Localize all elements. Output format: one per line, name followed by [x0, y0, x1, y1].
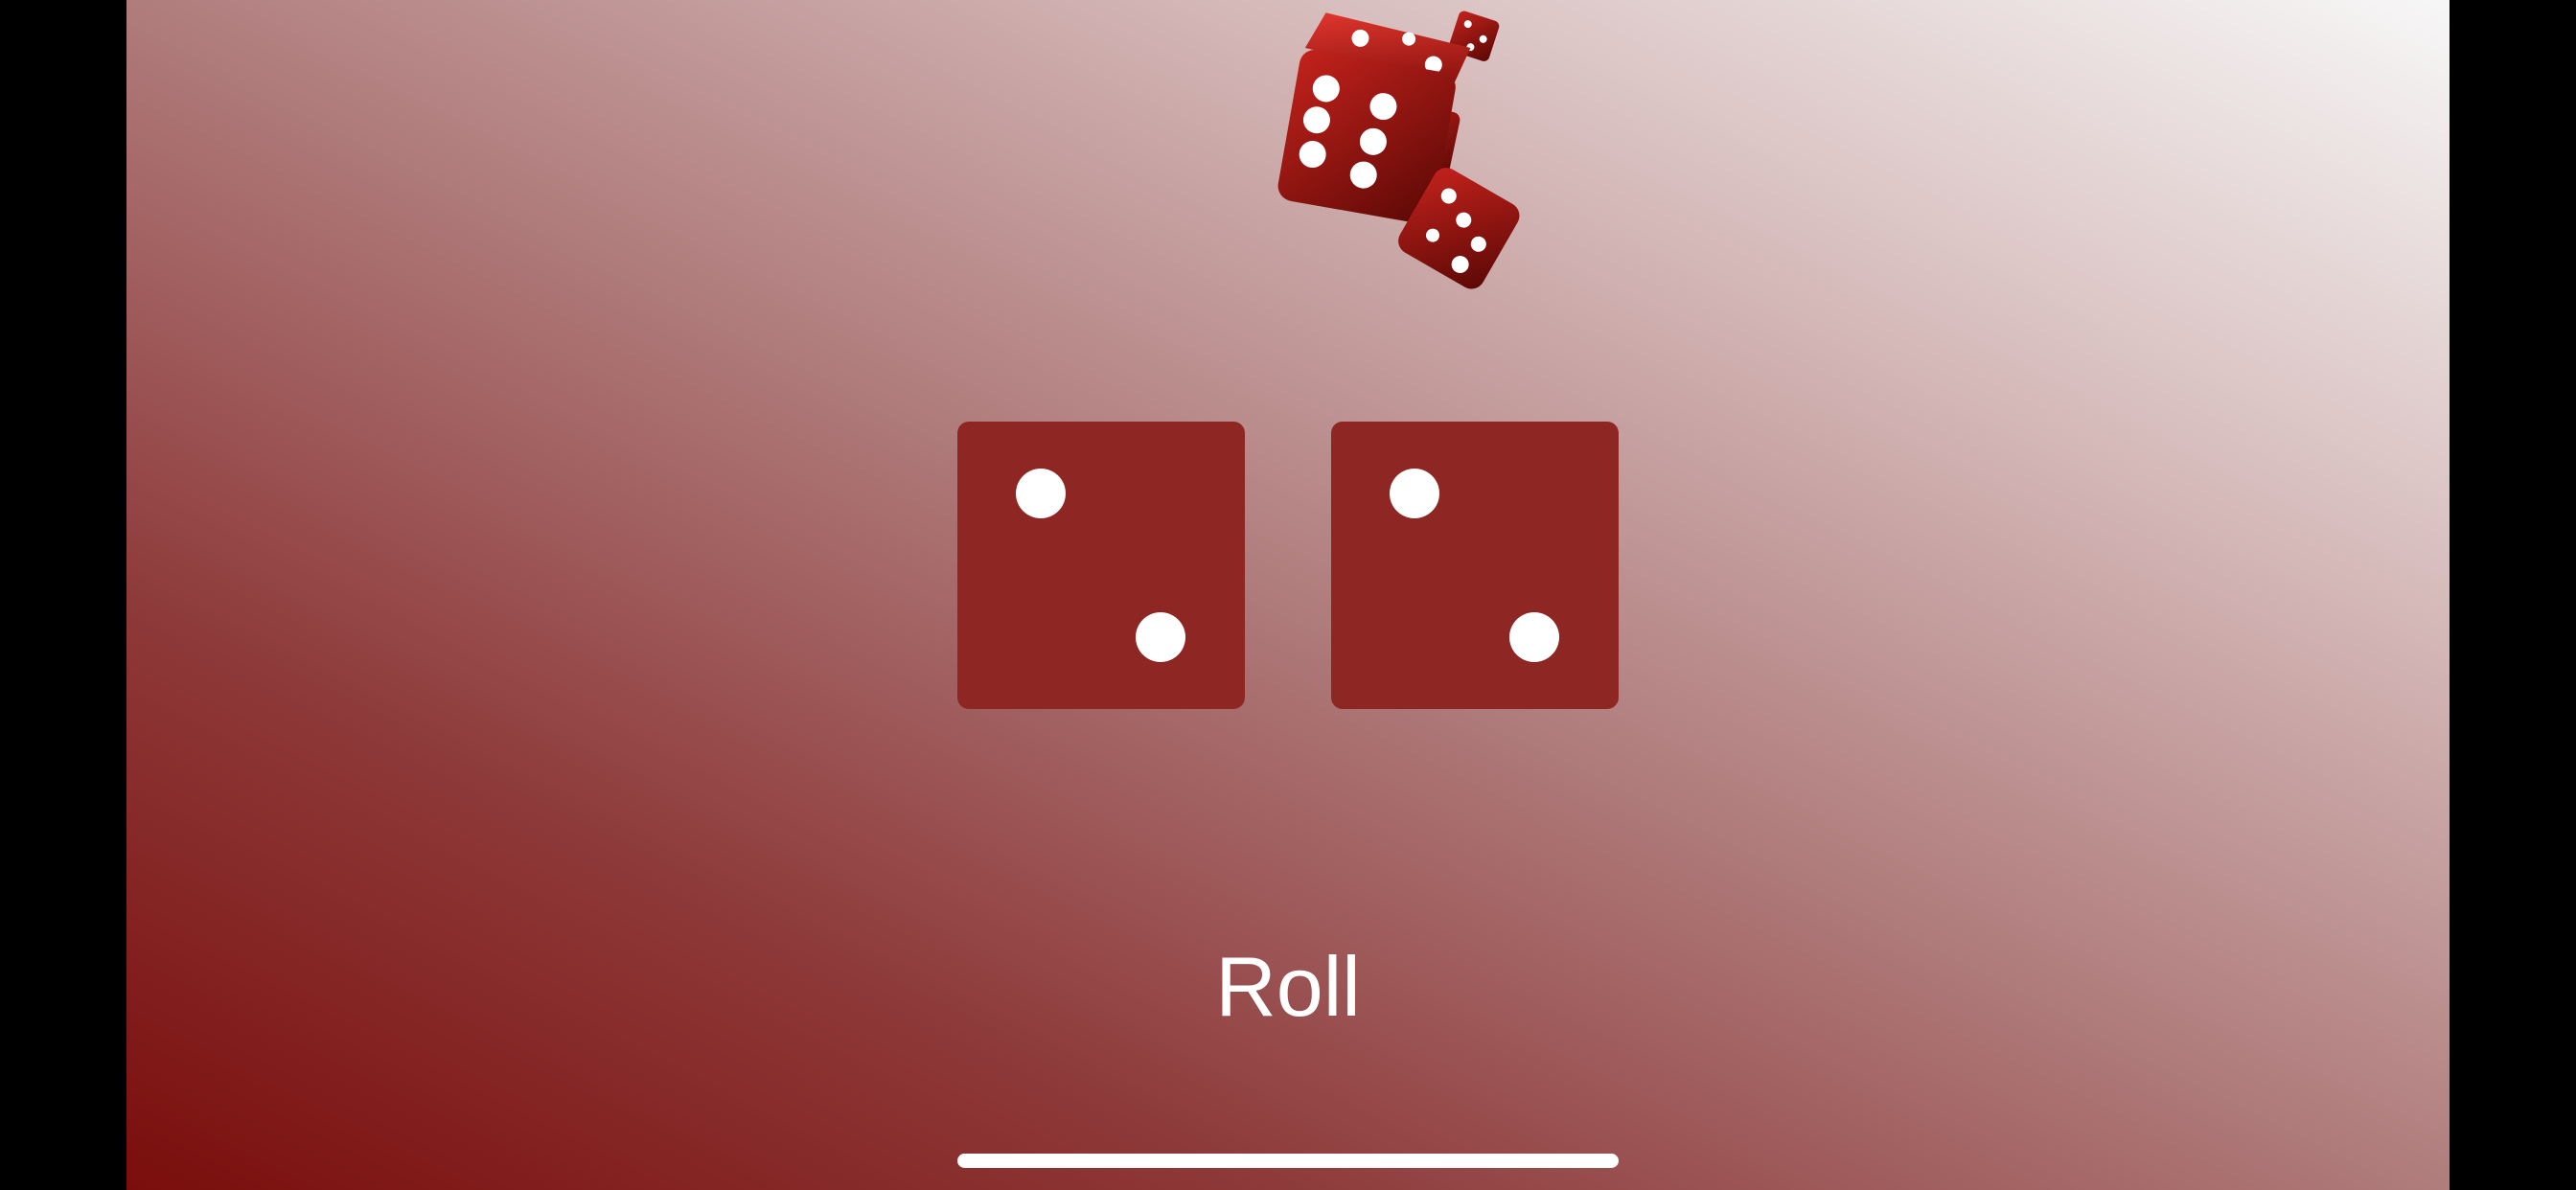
right-die[interactable] — [1331, 422, 1619, 709]
roll-button[interactable]: Roll — [1144, 934, 1432, 1040]
die-pip — [1136, 612, 1185, 662]
die-pip — [1509, 612, 1559, 662]
die-pip — [1016, 469, 1066, 518]
dice-logo-icon — [1277, 11, 1520, 289]
home-indicator[interactable] — [957, 1154, 1619, 1168]
app-screen: Roll — [126, 0, 2450, 1190]
left-die[interactable] — [957, 422, 1245, 709]
dice-logo-image — [1154, 0, 1556, 297]
die-pip — [1390, 469, 1439, 518]
